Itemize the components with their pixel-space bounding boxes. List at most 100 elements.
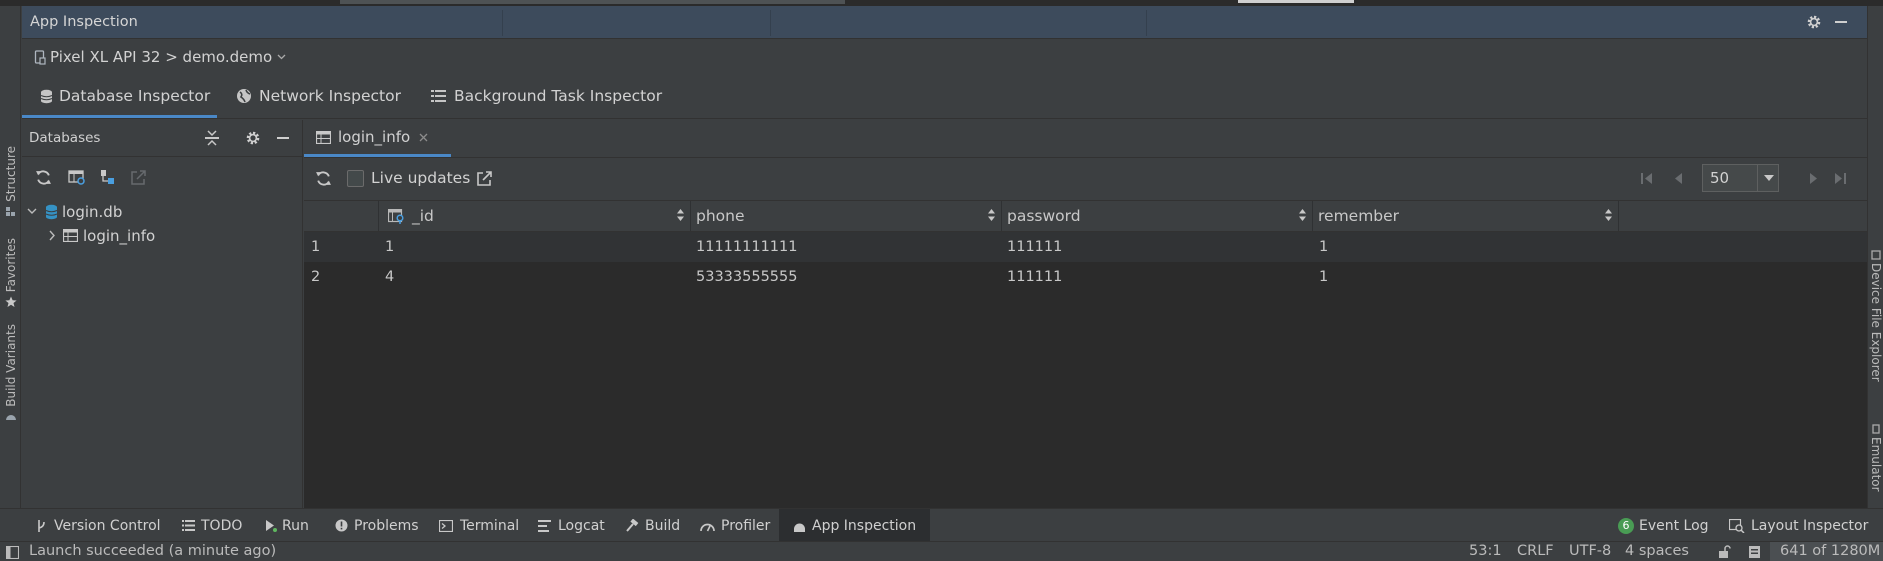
sort-icon[interactable]	[1299, 209, 1306, 221]
header-divider	[770, 10, 771, 36]
minimize-icon[interactable]	[276, 130, 290, 146]
bottom-tab-app-inspection[interactable]: App Inspection	[779, 509, 931, 542]
run-icon	[265, 519, 277, 532]
offline-mode-icon[interactable]	[99, 169, 116, 186]
tab-background-task-inspector[interactable]: Background Task Inspector	[431, 74, 662, 118]
bottom-tab-build[interactable]: Build	[625, 509, 680, 542]
device-file-explorer-tool-tab[interactable]: Device File Explorer	[1868, 250, 1883, 382]
favorites-tool-tab[interactable]: Favorites	[0, 238, 21, 308]
lock-icon[interactable]	[1718, 545, 1731, 559]
tree-item-database[interactable]: login.db	[27, 200, 122, 223]
table-row[interactable]: 1 1 11111111111 111111 1	[304, 232, 1867, 262]
bottom-tab-label: App Inspection	[812, 517, 917, 534]
device-icon	[34, 49, 46, 65]
event-log-button[interactable]: 6 Event Log	[1618, 509, 1709, 542]
cell-remember[interactable]: 1	[1319, 232, 1328, 262]
page-size-value: 50	[1710, 169, 1730, 187]
bottom-tab-todo[interactable]: TODO	[182, 509, 242, 542]
emulator-tool-tab[interactable]: Emulator	[1868, 424, 1883, 492]
inspections-icon[interactable]	[1748, 545, 1761, 559]
branch-icon	[36, 519, 46, 533]
live-updates-label: Live updates	[371, 169, 471, 187]
inspector-tabs: Database Inspector Network Inspector Bac…	[22, 74, 1867, 119]
row-number: 2	[311, 269, 321, 285]
refresh-icon[interactable]	[35, 169, 52, 186]
structure-tool-tab[interactable]: Structure	[0, 146, 21, 217]
export-icon	[130, 169, 147, 186]
chevron-right-icon	[49, 230, 56, 241]
caret-position[interactable]: 53:1	[1469, 542, 1502, 561]
table-name: login_info	[83, 226, 156, 245]
table-row[interactable]: 2 4 53333555555 111111 1	[304, 262, 1867, 292]
gear-icon[interactable]	[1806, 14, 1822, 30]
next-page-icon	[1809, 172, 1819, 185]
bottom-tab-logcat[interactable]: Logcat	[538, 509, 605, 542]
bottom-tab-label: Profiler	[721, 517, 771, 534]
close-icon[interactable]	[419, 133, 428, 142]
build-variants-tool-tab[interactable]: Build Variants	[0, 324, 21, 421]
tab-label: Network Inspector	[259, 87, 401, 105]
column-header-id[interactable]: _id	[379, 201, 691, 231]
event-log-badge: 6	[1618, 517, 1634, 534]
cell-password[interactable]: 111111	[1007, 262, 1062, 292]
layout-inspector-button[interactable]: Layout Inspector	[1729, 509, 1868, 542]
bottom-tab-problems[interactable]: Problems	[335, 509, 419, 542]
process-selector-label: Pixel XL API 32 > demo.demo	[50, 48, 273, 66]
open-external-icon[interactable]	[476, 170, 493, 187]
column-header-label: password	[1007, 207, 1081, 225]
bottom-tab-profiler[interactable]: Profiler	[700, 509, 770, 542]
column-header-remember[interactable]: remember	[1313, 201, 1619, 231]
query-table-icon[interactable]	[68, 169, 87, 186]
cell-password[interactable]: 111111	[1007, 232, 1062, 262]
database-icon	[45, 204, 58, 220]
build-variants-tab-label: Build Variants	[3, 324, 18, 407]
cell-id[interactable]: 1	[385, 232, 394, 262]
tab-network-inspector[interactable]: Network Inspector	[236, 74, 401, 118]
cell-phone[interactable]: 11111111111	[696, 232, 797, 262]
collapse-all-icon[interactable]	[204, 129, 220, 147]
sort-icon[interactable]	[1605, 209, 1612, 221]
first-page-icon	[1640, 172, 1654, 185]
cell-phone[interactable]: 53333555555	[696, 262, 797, 292]
gear-icon[interactable]	[245, 130, 261, 146]
memory-indicator[interactable]: 641 of 1280M	[1770, 542, 1883, 561]
indent-setting[interactable]: 4 spaces	[1625, 542, 1689, 561]
tab-database-inspector[interactable]: Database Inspector	[22, 74, 217, 118]
cell-id[interactable]: 4	[385, 262, 394, 292]
column-header-label: _id	[412, 207, 434, 225]
editor-scrollbar[interactable]	[340, 0, 845, 4]
sort-icon[interactable]	[677, 209, 684, 221]
status-message[interactable]: Launch succeeded (a minute ago)	[29, 542, 276, 561]
process-selector[interactable]: Pixel XL API 32 > demo.demo	[34, 48, 286, 66]
chevron-down-icon	[1764, 175, 1774, 181]
cell-remember[interactable]: 1	[1319, 262, 1328, 292]
line-separator[interactable]: CRLF	[1517, 542, 1554, 561]
file-encoding[interactable]: UTF-8	[1569, 542, 1611, 561]
tree-item-table[interactable]: login_info	[49, 224, 155, 247]
table-tab-login-info[interactable]: login_info	[304, 120, 451, 157]
sort-icon[interactable]	[988, 209, 995, 221]
databases-panel-title: Databases	[29, 130, 101, 146]
bottom-tab-terminal[interactable]: Terminal	[439, 509, 519, 542]
column-header-phone[interactable]: phone	[691, 201, 1002, 231]
primary-key-icon	[388, 208, 405, 224]
status-bar: Launch succeeded (a minute ago) 53:1 CRL…	[0, 541, 1883, 561]
left-tool-stripe: Structure Favorites Build Variants	[0, 6, 21, 524]
refresh-icon[interactable]	[315, 170, 332, 187]
toggle-tool-windows-icon[interactable]	[6, 545, 19, 559]
favorites-tab-label: Favorites	[3, 238, 18, 293]
search-everywhere-field[interactable]	[1238, 0, 1354, 3]
page-size-select[interactable]: 50	[1702, 164, 1779, 192]
list-icon	[431, 89, 447, 103]
table-tab-label: login_info	[338, 128, 411, 146]
minimize-icon[interactable]	[1834, 14, 1848, 30]
structure-icon	[5, 206, 16, 217]
bottom-tab-label: Run	[282, 517, 309, 534]
column-header-password[interactable]: password	[1002, 201, 1313, 231]
live-updates-checkbox[interactable]	[347, 169, 364, 187]
bottom-tab-label: TODO	[201, 517, 243, 534]
tool-window-header: App Inspection	[22, 6, 1867, 39]
live-updates-toggle[interactable]: Live updates	[347, 169, 470, 187]
bottom-tab-version-control[interactable]: Version Control	[36, 509, 161, 542]
bottom-tab-run[interactable]: Run	[265, 509, 309, 542]
